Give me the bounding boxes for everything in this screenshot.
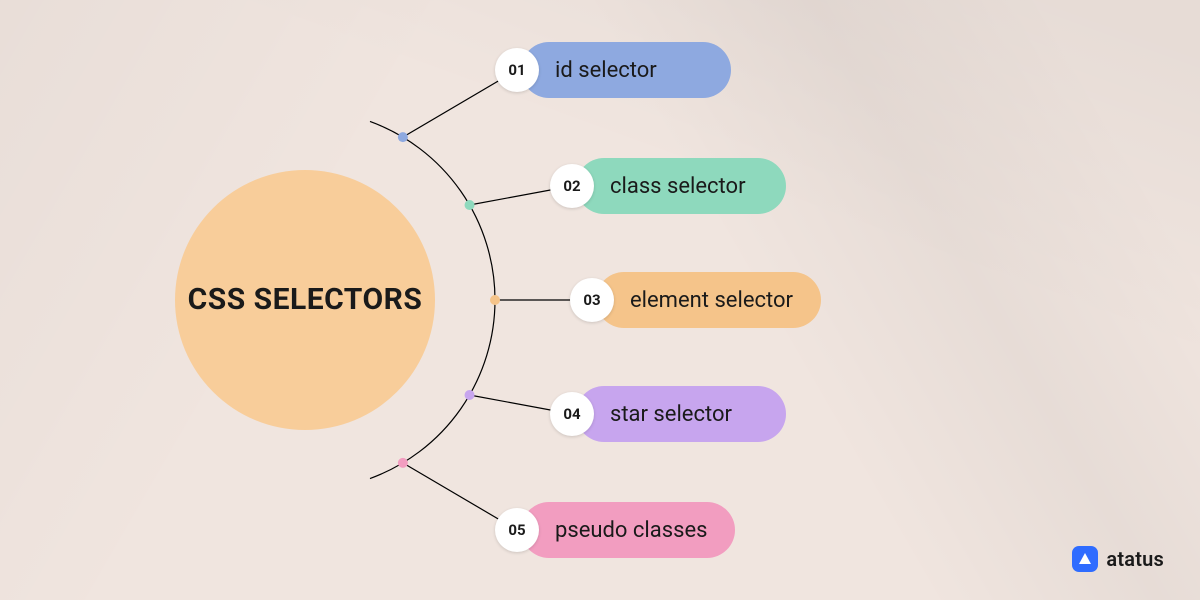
arc-dot bbox=[398, 458, 408, 468]
node-number-badge: 02 bbox=[550, 164, 594, 208]
diagram-stage: CSS SELECTORS 01 id selector 02 class selec… bbox=[0, 0, 1200, 600]
selector-node: 03 element selector bbox=[570, 272, 821, 328]
arc-dot bbox=[490, 295, 500, 305]
node-pill: class selector bbox=[576, 158, 786, 214]
selector-node: 02 class selector bbox=[550, 158, 786, 214]
arc-dot bbox=[465, 200, 475, 210]
diagram-title: CSS SELECTORS bbox=[188, 283, 423, 318]
brand-logo-icon bbox=[1072, 546, 1098, 572]
node-label: pseudo classes bbox=[555, 518, 707, 543]
brand-logo-text: atatus bbox=[1106, 547, 1164, 571]
node-label: id selector bbox=[555, 58, 657, 83]
selector-node: 05 pseudo classes bbox=[495, 502, 735, 558]
node-pill: id selector bbox=[521, 42, 731, 98]
node-pill: element selector bbox=[596, 272, 821, 328]
brand-logo: atatus bbox=[1072, 546, 1164, 572]
selector-node: 04 star selector bbox=[550, 386, 786, 442]
node-label: class selector bbox=[610, 174, 746, 199]
arc-dot bbox=[398, 132, 408, 142]
center-circle: CSS SELECTORS bbox=[175, 170, 435, 430]
selector-node: 01 id selector bbox=[495, 42, 731, 98]
node-label: element selector bbox=[630, 288, 793, 313]
node-label: star selector bbox=[610, 402, 732, 427]
node-pill: pseudo classes bbox=[521, 502, 735, 558]
node-number-badge: 05 bbox=[495, 508, 539, 552]
node-number-badge: 04 bbox=[550, 392, 594, 436]
node-number-badge: 01 bbox=[495, 48, 539, 92]
node-number-badge: 03 bbox=[570, 278, 614, 322]
node-pill: star selector bbox=[576, 386, 786, 442]
arc-dot bbox=[465, 390, 475, 400]
